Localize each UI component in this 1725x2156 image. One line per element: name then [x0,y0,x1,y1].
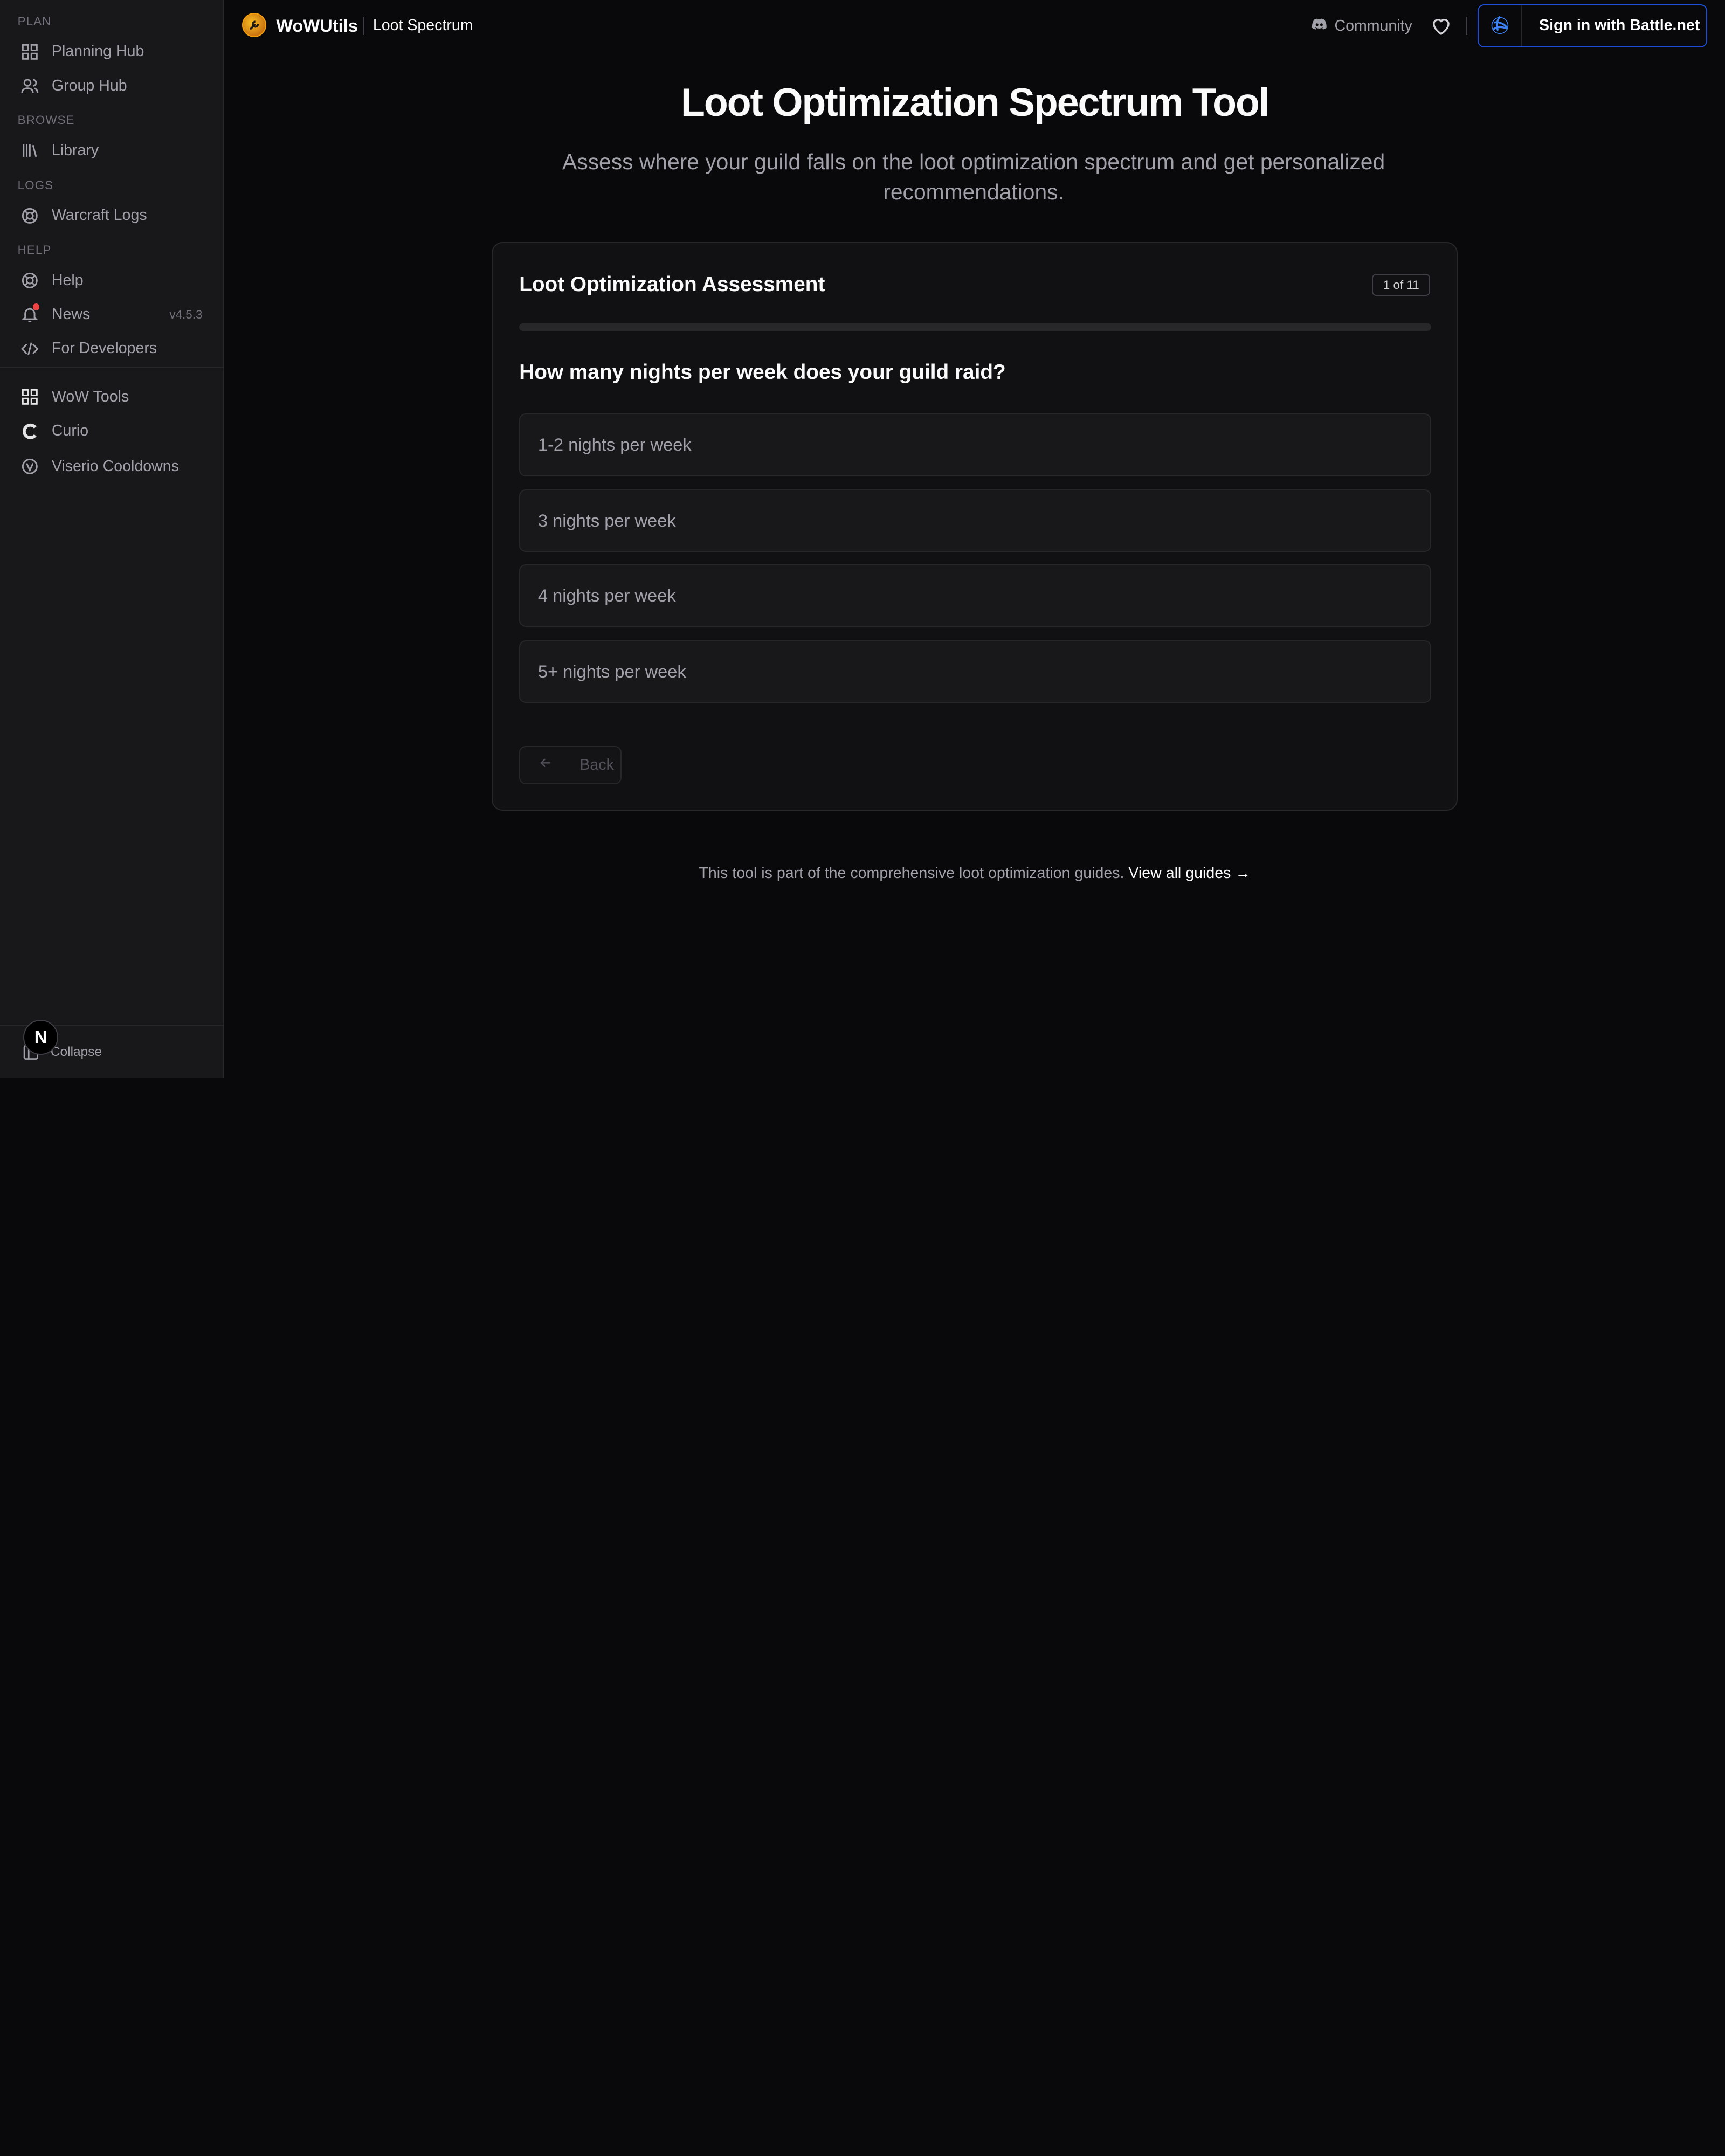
grid-icon [20,42,40,62]
answer-option[interactable]: 1-2 nights per week [519,413,1432,476]
sidebar-item-label: Help [51,271,84,289]
discord-icon [1310,16,1335,38]
library-icon [20,141,40,161]
card-title: Loot Optimization Assessment [519,273,825,296]
footer-text: This tool is part of the comprehensive l… [699,865,1124,882]
sidebar: PLAN Planning Hub Group Hub BROWSE Libra… [0,0,225,1078]
back-button[interactable]: Back [519,745,622,785]
sidebar-item-viserio-cooldowns[interactable]: Viserio Cooldowns [9,451,216,482]
page-subtitle: Assess where your guild falls on the loo… [562,149,1385,204]
section-label-browse: BROWSE [17,113,75,127]
favorite-heart-icon[interactable] [1430,16,1452,38]
battlenet-icon [1479,5,1523,46]
users-icon [20,76,40,96]
arrow-left-icon [538,755,580,775]
code-icon [20,339,40,359]
signin-label: Sign in with Battle.net [1539,17,1700,34]
dev-badge[interactable]: N [23,1019,59,1055]
sidebar-item-label: Viserio Cooldowns [51,457,179,475]
sidebar-item-curio[interactable]: Curio [9,416,216,446]
sidebar-item-label: Library [51,142,99,160]
back-label: Back [579,756,614,773]
section-label-plan: PLAN [17,14,52,28]
sidebar-item-planning-hub[interactable]: Planning Hub [9,36,216,67]
grid-icon [20,387,40,407]
lifebuoy-icon [20,271,40,291]
sidebar-item-wow-tools[interactable]: WoW Tools [9,382,216,412]
sidebar-item-label: Group Hub [51,77,127,94]
community-label: Community [1334,17,1412,35]
warcraft-logs-icon [20,206,40,226]
top-header: WoWUtils Loot Spectrum Community Sign in… [224,0,1725,53]
sidebar-item-news[interactable]: News v4.5.3 [9,299,216,330]
bell-icon [20,303,40,324]
signin-battlenet-button[interactable]: Sign in with Battle.net [1477,4,1708,47]
page-title: Loot Optimization Spectrum Tool [681,79,1269,125]
answer-option[interactable]: 3 nights per week [519,489,1432,552]
header-divider [1466,16,1468,36]
sidebar-item-warcraft-logs[interactable]: Warcraft Logs [9,200,216,231]
sidebar-item-group-hub[interactable]: Group Hub [9,71,216,101]
footer-note: This tool is part of the comprehensive l… [224,865,1725,882]
viserio-icon [20,457,40,476]
view-all-guides-link[interactable]: View all guides → [1128,865,1251,882]
sidebar-item-library[interactable]: Library [9,135,216,166]
breadcrumb: Loot Spectrum [372,16,473,34]
sidebar-item-label: WoW Tools [51,388,129,406]
sidebar-item-label: Curio [51,422,89,440]
section-label-help: HELP [17,243,52,257]
community-link[interactable]: Community [1310,16,1412,38]
step-badge: 1 of 11 [1372,274,1431,296]
sidebar-item-for-developers[interactable]: For Developers [9,333,216,364]
sidebar-item-label: Warcraft Logs [51,206,147,224]
sidebar-item-label: Planning Hub [51,43,144,60]
sidebar-item-label: News [51,306,91,323]
sidebar-item-help[interactable]: Help [9,265,216,296]
question-text: How many nights per week does your guild… [519,361,1006,384]
collapse-label: Collapse [50,1044,102,1059]
answer-option[interactable]: 5+ nights per week [519,640,1432,703]
section-label-logs: LOGS [17,178,54,192]
assessment-card: Loot Optimization Assessment 1 of 11 How… [492,241,1458,811]
progress-bar [519,323,1432,331]
brand-name[interactable]: WoWUtils [276,16,358,36]
notification-dot [33,303,40,310]
curio-icon [20,421,40,441]
wowutils-logo-icon[interactable] [242,13,266,38]
version-label: v4.5.3 [169,307,203,321]
header-divider [363,16,364,36]
sidebar-item-label: For Developers [51,340,157,357]
sidebar-divider [0,366,224,368]
answer-option[interactable]: 4 nights per week [519,564,1432,627]
